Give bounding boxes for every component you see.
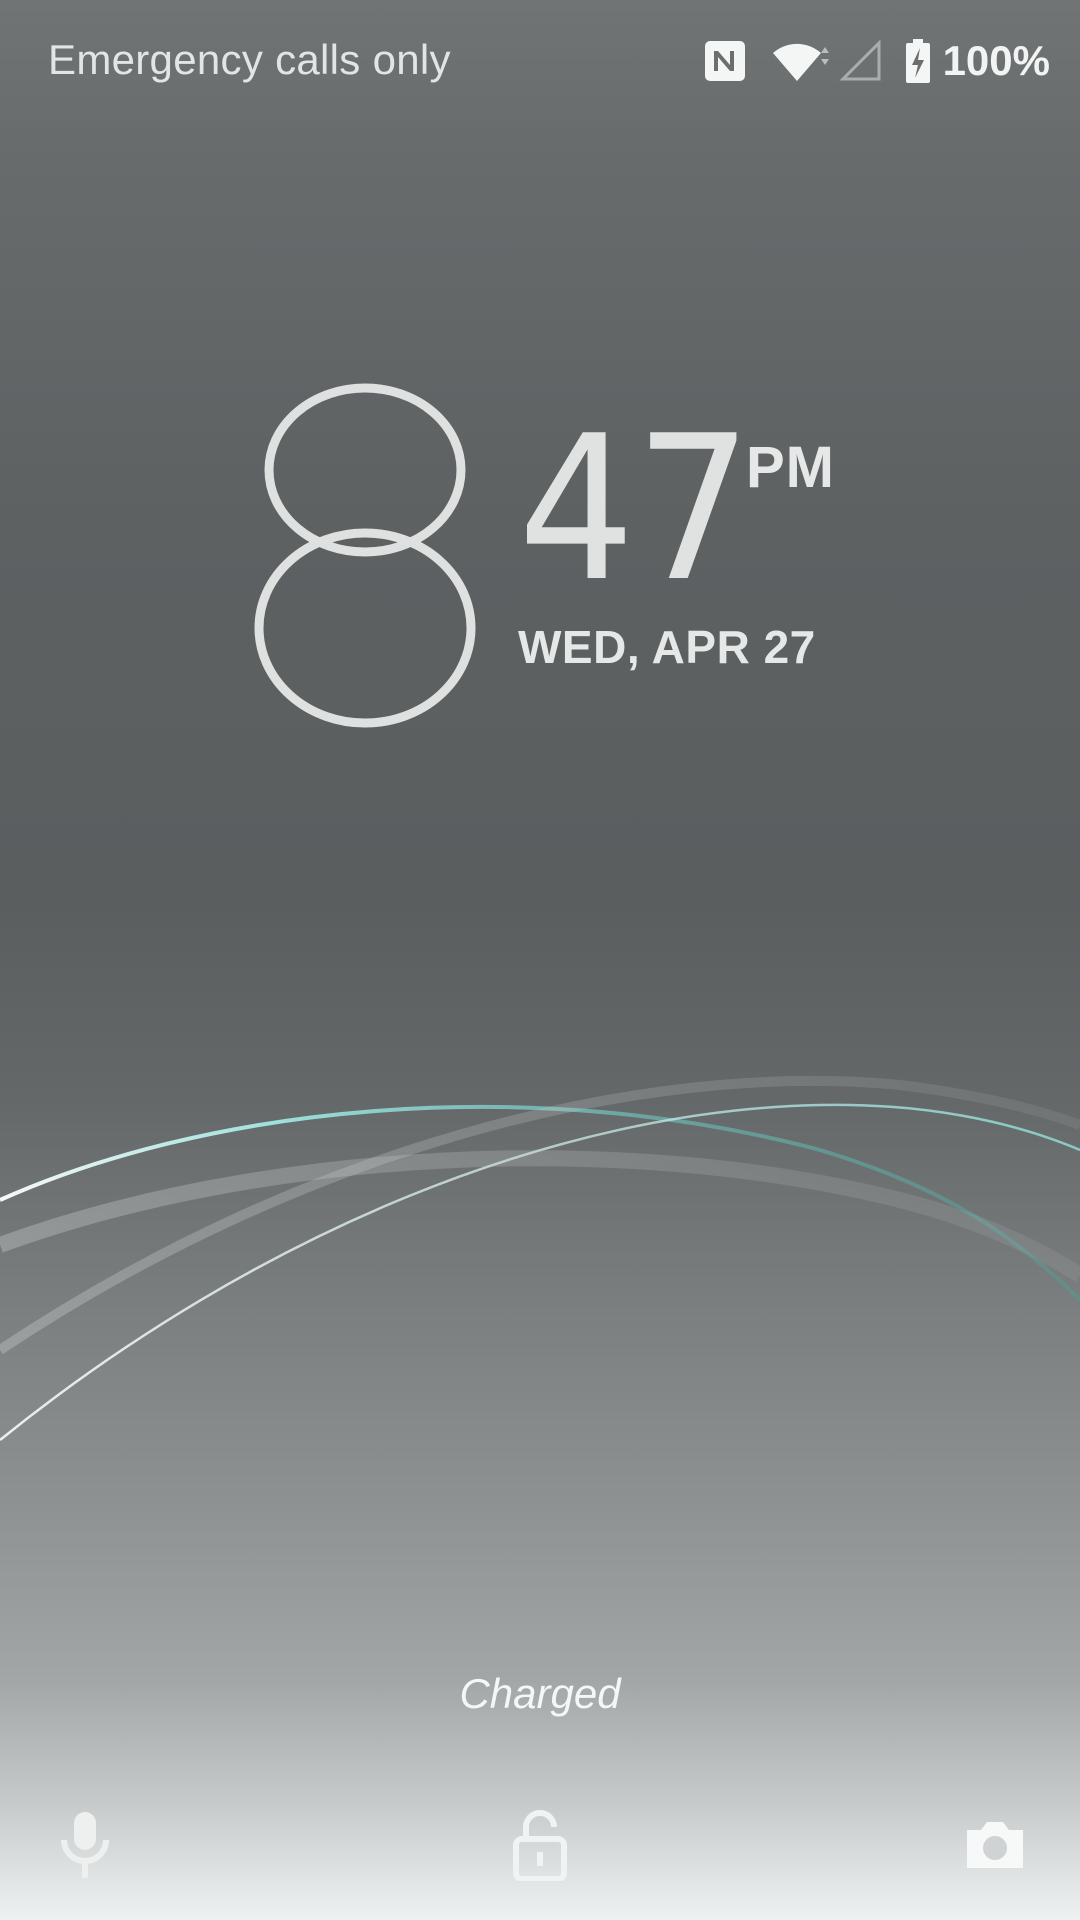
microphone-icon [61, 1812, 109, 1878]
wifi-icon [772, 43, 829, 81]
status-bar[interactable]: Emergency calls only 100% [0, 0, 1080, 120]
status-icons: 100% [703, 36, 1050, 86]
clock-ampm: PM [746, 435, 835, 500]
nfc-icon [704, 41, 745, 81]
unlock-icon [513, 1810, 567, 1881]
clock-minutes: 47 [518, 393, 753, 626]
voice-assist-button[interactable] [40, 1800, 130, 1890]
cellular-signal-icon [838, 39, 881, 81]
battery-percentage: 100% [942, 37, 1050, 84]
carrier-status-text: Emergency calls only [48, 36, 451, 83]
clock-date: WED, APR 27 [518, 621, 816, 673]
clock-hour-glyph [254, 383, 476, 728]
unlock-button[interactable] [495, 1800, 585, 1890]
wallpaper-swoosh [0, 1075, 1080, 1441]
charging-status-text: Charged [459, 1670, 621, 1717]
battery-charging-icon [905, 39, 930, 83]
camera-button[interactable] [950, 1800, 1040, 1890]
camera-icon [967, 1822, 1023, 1868]
